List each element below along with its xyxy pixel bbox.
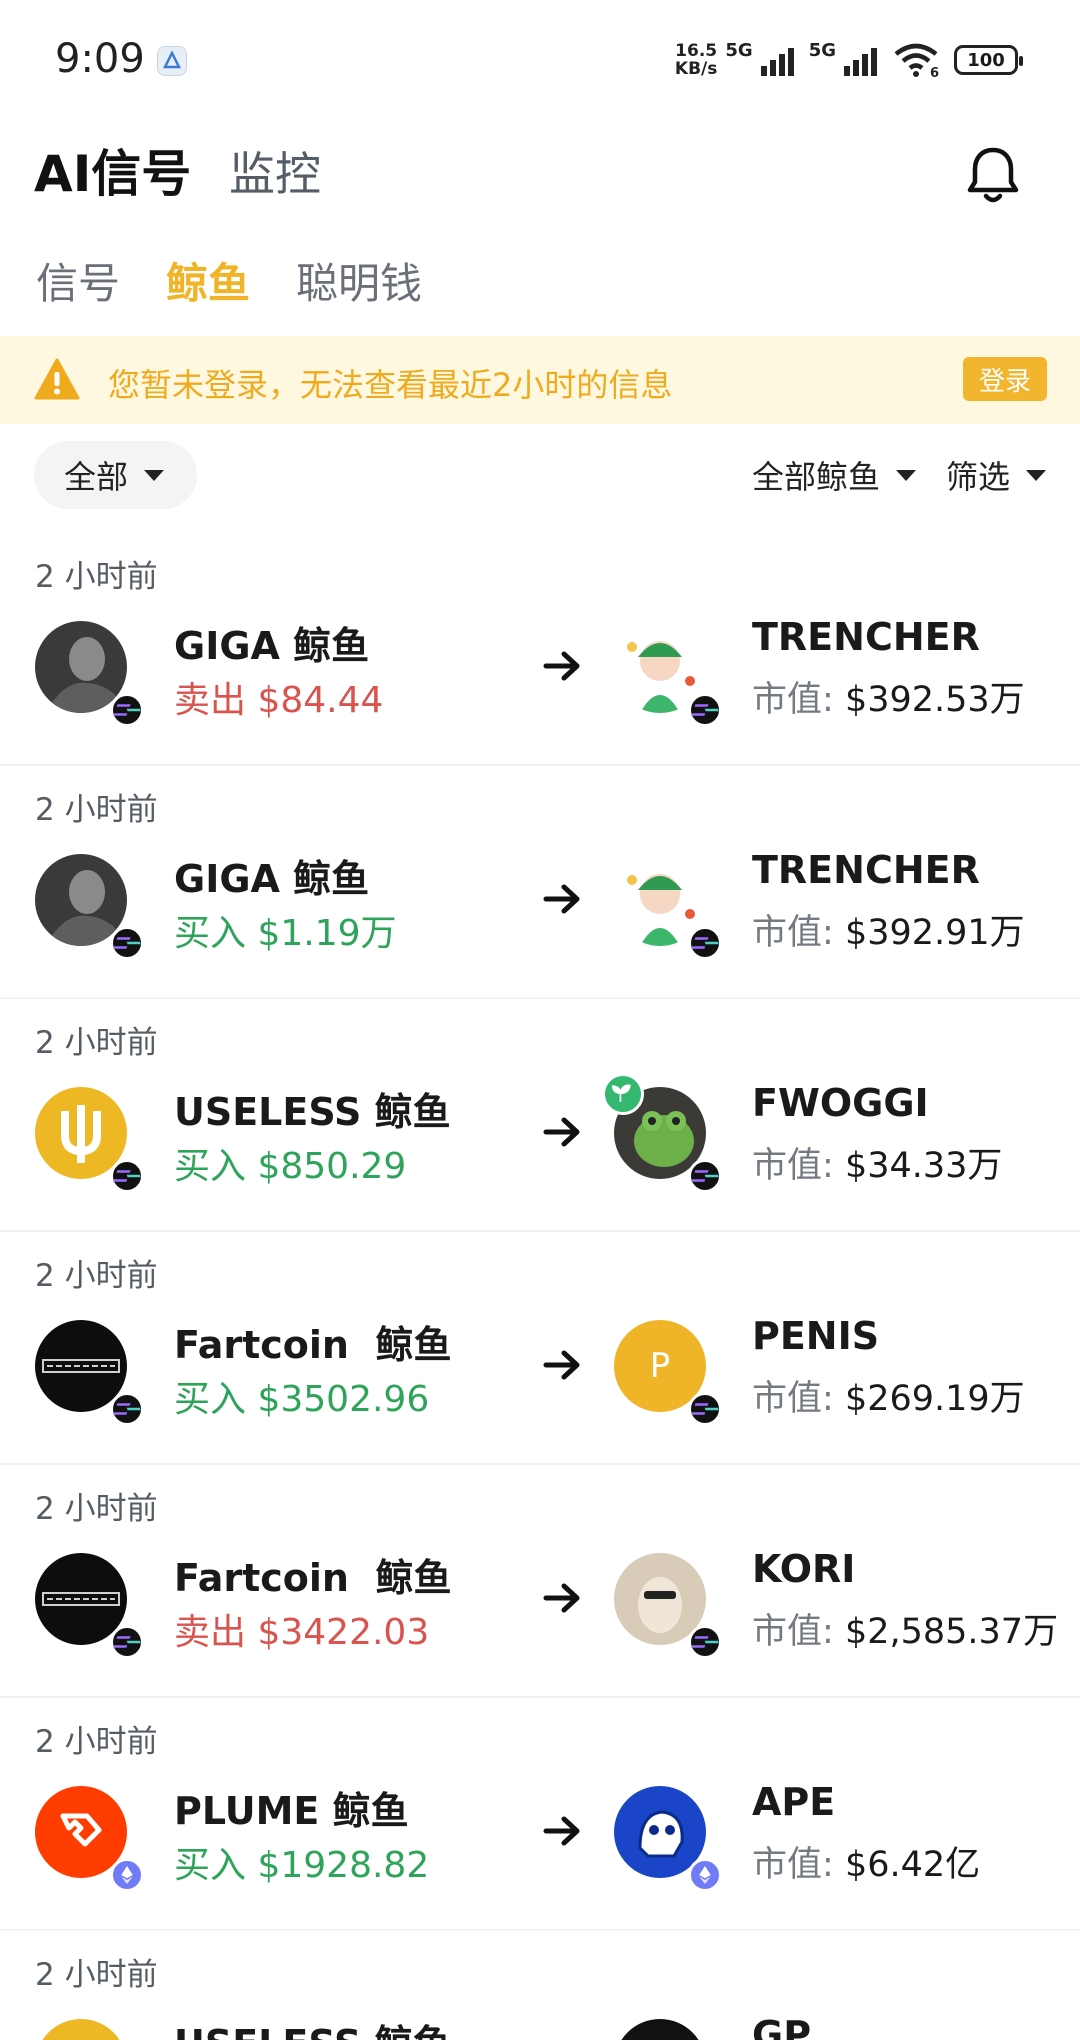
screen-filter-dropdown[interactable]: 筛选 bbox=[946, 452, 1046, 498]
arrow-right-icon bbox=[543, 1350, 580, 1380]
solana-chain-icon bbox=[110, 693, 144, 727]
feed-time: 2 小时前 bbox=[35, 1957, 158, 1993]
feed-item[interactable]: 2 小时前 Fartcoin 鲸鱼 买入 $3502.96 P PENIS 市值… bbox=[0, 1232, 1080, 1465]
solana-chain-icon bbox=[688, 1392, 722, 1426]
feed-item[interactable]: 2 小时前 Fartcoin 鲸鱼 卖出 $3422.03 KORI 市值: $… bbox=[0, 1465, 1080, 1698]
notification-bell-icon[interactable] bbox=[964, 144, 1022, 206]
token-name: FWOGGI bbox=[752, 1081, 929, 1125]
solana-chain-icon bbox=[110, 1159, 144, 1193]
arrow-right-icon bbox=[543, 1117, 580, 1147]
battery-indicator: 100 bbox=[954, 45, 1023, 75]
trade-info: 买入 $3502.96 bbox=[174, 1379, 430, 1420]
token-name: APE bbox=[752, 1780, 836, 1824]
tab-smart-money[interactable]: 聪明钱 bbox=[296, 250, 422, 311]
market-cap: 市值: $2,585.37万 bbox=[752, 1612, 1059, 1652]
screen-filter-label: 筛选 bbox=[945, 458, 1010, 496]
whale-name: USELESS 鲸鱼 bbox=[174, 2013, 451, 2040]
market-cap: 市值: $6.42亿 bbox=[752, 1845, 981, 1885]
whale-name: GIGA 鲸鱼 bbox=[174, 857, 370, 901]
monitor-tab[interactable]: 监控 bbox=[229, 138, 321, 204]
feed-item[interactable]: 2 小时前 USELESS 鲸鱼 GP bbox=[0, 1931, 1080, 2040]
tab-signal[interactable]: 信号 bbox=[36, 250, 120, 311]
feed-time: 2 小时前 bbox=[35, 1491, 158, 1527]
token-name: PENIS bbox=[752, 1314, 880, 1358]
arrow-right-icon bbox=[543, 1816, 580, 1846]
solana-chain-icon bbox=[688, 693, 722, 727]
whale-feed-list: 2 小时前 GIGA 鲸鱼 卖出 $84.44 TRENCHER 市值: $39… bbox=[0, 533, 1080, 2040]
token-name: TRENCHER bbox=[752, 615, 980, 659]
trade-info: 买入 $1928.82 bbox=[174, 1845, 430, 1886]
solana-chain-icon bbox=[688, 926, 722, 960]
new-token-badge-icon bbox=[602, 1073, 644, 1115]
trade-info: 买入 $1.19万 bbox=[174, 913, 397, 954]
chevron-down-icon bbox=[1026, 469, 1046, 481]
solana-chain-icon bbox=[110, 1625, 144, 1659]
arrow-right-icon bbox=[543, 884, 580, 914]
svg-text:6: 6 bbox=[930, 66, 939, 78]
login-button[interactable]: 登录 bbox=[963, 357, 1047, 401]
feed-time: 2 小时前 bbox=[35, 1724, 158, 1760]
whale-name: Fartcoin 鲸鱼 bbox=[174, 1556, 452, 1600]
feed-item[interactable]: 2 小时前 USELESS 鲸鱼 买入 $850.29 FWOGGI 市值: $… bbox=[0, 999, 1080, 1232]
feed-item[interactable]: 2 小时前 GIGA 鲸鱼 买入 $1.19万 TRENCHER 市值: $39… bbox=[0, 766, 1080, 999]
status-bar: 9:09 16.5 KB/s 5G 5G 6 100 bbox=[0, 0, 1080, 120]
chevron-down-icon bbox=[895, 469, 916, 481]
whale-name: PLUME 鲸鱼 bbox=[174, 1789, 409, 1833]
token-avatar[interactable] bbox=[614, 2019, 706, 2040]
whale-avatar[interactable] bbox=[35, 2019, 127, 2040]
whale-filter-dropdown[interactable]: 全部鲸鱼 bbox=[752, 452, 916, 498]
solana-chain-icon bbox=[110, 1392, 144, 1426]
filter-all-dropdown[interactable]: 全部 bbox=[34, 441, 197, 509]
ethereum-chain-icon bbox=[110, 1858, 144, 1892]
whale-filter-label: 全部鲸鱼 bbox=[751, 458, 880, 496]
feed-time: 2 小时前 bbox=[35, 1025, 158, 1061]
token-name: KORI bbox=[752, 1547, 856, 1591]
trade-info: 卖出 $3422.03 bbox=[174, 1612, 430, 1653]
token-name: GP bbox=[752, 2013, 812, 2040]
signal-icon bbox=[760, 48, 794, 76]
market-cap: 市值: $392.53万 bbox=[752, 680, 1025, 720]
whale-name: USELESS 鲸鱼 bbox=[174, 1090, 451, 1134]
ethereum-chain-icon bbox=[688, 1858, 722, 1892]
solana-chain-icon bbox=[110, 926, 144, 960]
solana-chain-icon bbox=[688, 1625, 722, 1659]
feed-item[interactable]: 2 小时前 PLUME 鲸鱼 买入 $1928.82 APE 市值: $6.42… bbox=[0, 1698, 1080, 1931]
token-name: TRENCHER bbox=[752, 848, 980, 892]
market-cap: 市值: $392.91万 bbox=[752, 913, 1025, 953]
trade-info: 买入 $850.29 bbox=[174, 1146, 407, 1187]
tab-bar: 信号 鲸鱼 聪明钱 bbox=[36, 250, 422, 311]
feed-time: 2 小时前 bbox=[35, 1258, 158, 1294]
banner-text: 您暂未登录，无法查看最近2小时的信息 bbox=[108, 366, 673, 404]
feed-item[interactable]: 2 小时前 GIGA 鲸鱼 卖出 $84.44 TRENCHER 市值: $39… bbox=[0, 533, 1080, 766]
network-type-1: 5G bbox=[725, 39, 753, 61]
filter-all-label: 全部 bbox=[64, 458, 129, 496]
page-title[interactable]: AI信号 bbox=[34, 134, 191, 206]
trade-info: 卖出 $84.44 bbox=[174, 680, 384, 721]
market-cap: 市值: $269.19万 bbox=[752, 1379, 1025, 1419]
chevron-down-icon bbox=[144, 469, 165, 481]
status-time: 9:09 bbox=[55, 36, 145, 82]
login-warning-banner: 您暂未登录，无法查看最近2小时的信息 登录 bbox=[0, 336, 1080, 424]
arrow-right-icon bbox=[543, 1583, 580, 1613]
whale-name: GIGA 鲸鱼 bbox=[174, 624, 370, 668]
signal-icon bbox=[844, 48, 877, 76]
warning-icon bbox=[34, 358, 80, 400]
network-type-2: 5G bbox=[808, 39, 836, 61]
market-cap: 市值: $34.33万 bbox=[752, 1146, 1003, 1186]
wifi-icon: 6 bbox=[894, 43, 939, 78]
tab-whale[interactable]: 鲸鱼 bbox=[166, 250, 250, 311]
feed-time: 2 小时前 bbox=[35, 792, 158, 828]
network-speed: 16.5 KB/s bbox=[674, 41, 718, 79]
solana-chain-icon bbox=[688, 1159, 722, 1193]
token-letter: P bbox=[649, 1346, 671, 1386]
feed-time: 2 小时前 bbox=[35, 559, 158, 595]
arrow-right-icon bbox=[543, 651, 580, 681]
whale-name: Fartcoin 鲸鱼 bbox=[174, 1323, 452, 1367]
app-notification-icon bbox=[157, 46, 187, 76]
